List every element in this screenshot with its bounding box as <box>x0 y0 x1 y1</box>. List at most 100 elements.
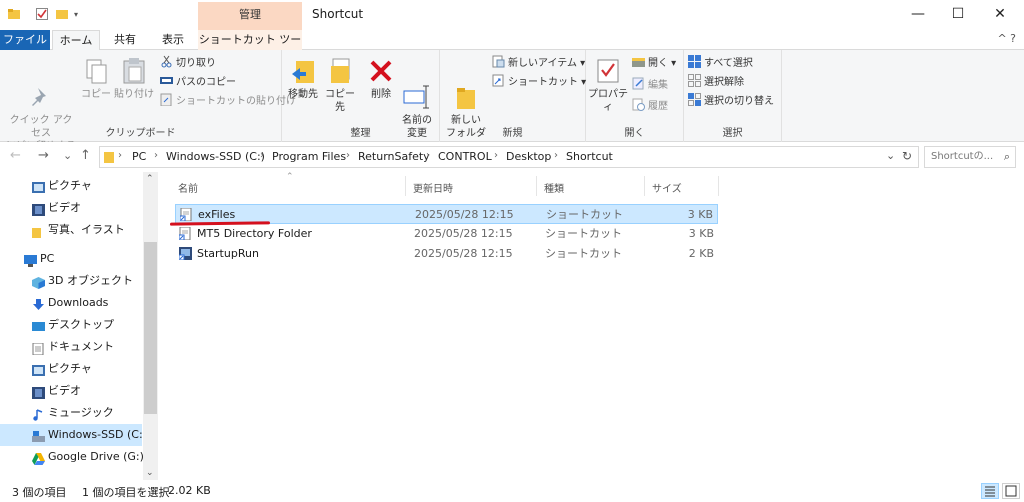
nav-item-music[interactable]: ミュージック <box>0 402 142 424</box>
breadcrumb-program-files[interactable]: Program Files <box>272 150 346 163</box>
close-button[interactable]: ✕ <box>978 2 1022 28</box>
folder-icon <box>104 151 114 166</box>
back-button[interactable]: ← <box>10 148 21 163</box>
history-button[interactable]: 履歴 <box>632 98 668 116</box>
folder-icon[interactable] <box>8 8 20 20</box>
column-divider[interactable] <box>536 176 537 196</box>
column-header-name[interactable]: 名前 <box>178 180 198 195</box>
column-divider[interactable] <box>644 176 645 196</box>
status-bar: 3 個の項目 1 個の項目を選択 2.02 KB <box>0 480 1024 502</box>
new-item-button[interactable]: 新しいアイテム ▾ <box>492 55 585 73</box>
paste-shortcut-button[interactable]: ショートカットの貼り付け <box>160 93 296 111</box>
delete-button[interactable]: 削除 <box>366 56 396 101</box>
paste-label: 貼り付け <box>114 89 154 100</box>
tab-home[interactable]: ホーム <box>52 30 100 51</box>
copy-to-button[interactable]: コピー先 <box>322 56 358 114</box>
nav-scrollbar[interactable]: ⌃ ⌄ <box>143 172 158 480</box>
rename-icon <box>402 69 432 109</box>
selected-size: 2.02 KB <box>168 484 211 497</box>
large-icons-view-button[interactable] <box>1002 483 1020 499</box>
file-size: 2 KB <box>688 247 714 260</box>
nav-item-google-drive[interactable]: Google Drive (G:) <box>0 446 144 468</box>
breadcrumb-shortcut[interactable]: Shortcut <box>566 150 613 163</box>
breadcrumb-control[interactable]: CONTROL <box>438 150 492 163</box>
nav-item-desktop[interactable]: デスクトップ <box>0 314 142 336</box>
properties-button[interactable]: プロパティ <box>588 56 628 114</box>
nav-item-videos[interactable]: ビデオ <box>0 197 142 219</box>
details-view-button[interactable] <box>981 483 999 499</box>
cut-button[interactable]: 切り取り <box>160 55 216 73</box>
address-bar[interactable]: › PC › Windows-SSD (C:) › Program Files … <box>99 146 919 168</box>
paste-shortcut-label: ショートカットの貼り付け <box>176 96 296 107</box>
column-header-size[interactable]: サイズ <box>652 180 682 195</box>
select-group: すべて選択 選択解除 選択の切り替え 選択 <box>684 50 782 142</box>
new-item-label: 新しいアイテム ▾ <box>508 58 586 69</box>
nav-item-documents[interactable]: ドキュメント <box>0 336 142 358</box>
shortcut-button[interactable]: ショートカット ▾ <box>492 74 586 92</box>
table-row[interactable]: MT5 Directory Folder 2025/05/28 12:15 ショ… <box>175 224 718 244</box>
edit-icon <box>632 77 645 90</box>
copy-button[interactable]: コピー <box>80 56 112 101</box>
search-input[interactable]: Shortcutの... ⌕ <box>924 146 1016 168</box>
up-button[interactable]: ↑ <box>80 148 91 163</box>
tab-view[interactable]: 表示 <box>150 30 196 50</box>
file-list[interactable]: ⌃ 名前 更新日時 種類 サイズ exFiles 2025/05/28 12:1… <box>160 172 1024 480</box>
properties-quick-icon[interactable] <box>36 8 48 20</box>
forward-button[interactable]: → <box>38 148 49 163</box>
nav-item-label: Windows-SSD (C:) <box>48 428 147 441</box>
nav-item-3d-objects[interactable]: 3D オブジェクト <box>0 270 142 292</box>
cut-label: 切り取り <box>176 58 216 69</box>
nav-item-photos[interactable]: 写真、イラスト <box>0 219 142 241</box>
tab-file[interactable]: ファイル <box>0 30 50 50</box>
address-bar-row: ← → ⌄ ↑ › PC › Windows-SSD (C:) › Progra… <box>0 142 1024 172</box>
invert-selection-button[interactable]: 選択の切り替え <box>688 93 774 111</box>
recent-locations-button[interactable]: ⌄ <box>63 149 72 162</box>
nav-scrollbar-thumb[interactable] <box>144 242 157 414</box>
open-button[interactable]: 開く ▾ <box>632 55 676 73</box>
column-header-type[interactable]: 種類 <box>544 180 564 195</box>
nav-item-windows-ssd[interactable]: Windows-SSD (C:) <box>0 424 147 446</box>
select-none-button[interactable]: 選択解除 <box>688 74 744 92</box>
nav-item-downloads[interactable]: Downloads <box>0 292 142 314</box>
context-tab-manage[interactable]: 管理 <box>198 2 302 30</box>
refresh-icon[interactable]: ↻ <box>902 149 912 163</box>
column-divider[interactable] <box>405 176 406 196</box>
select-none-label: 選択解除 <box>704 77 744 88</box>
nav-item-pictures[interactable]: ピクチャ <box>0 175 142 197</box>
breadcrumb-returnsafety[interactable]: ReturnSafety <box>358 150 430 163</box>
new-folder-quick-icon[interactable] <box>56 8 68 20</box>
column-header-date[interactable]: 更新日時 <box>413 180 453 195</box>
nav-item-pictures[interactable]: ピクチャ <box>0 358 142 380</box>
select-all-button[interactable]: すべて選択 <box>688 55 753 73</box>
file-date: 2025/05/28 12:15 <box>415 208 514 221</box>
minimize-button[interactable]: — <box>896 2 940 28</box>
copy-path-button[interactable]: パスのコピー <box>160 74 236 92</box>
move-to-button[interactable]: 移動先 <box>284 56 322 101</box>
tab-share[interactable]: 共有 <box>104 30 146 50</box>
tab-shortcut-tools[interactable]: ショートカット ツール <box>198 30 302 65</box>
paste-button[interactable]: 貼り付け <box>114 56 154 101</box>
clipboard-group-label: クリップボード <box>105 128 176 139</box>
selected-count: 1 個の項目を選択 <box>82 486 170 499</box>
3d-objects-icon <box>32 275 45 289</box>
breadcrumb-desktop[interactable]: Desktop <box>506 150 551 163</box>
properties-label: プロパティ <box>588 89 628 113</box>
nav-item-pc[interactable]: PC <box>0 248 142 270</box>
scroll-down-icon[interactable]: ⌄ <box>146 468 154 478</box>
quick-access-dropdown-icon[interactable]: ▾ <box>74 10 86 22</box>
edit-button[interactable]: 編集 <box>632 77 668 95</box>
nav-item-label: ドキュメント <box>48 340 114 353</box>
column-divider[interactable] <box>718 176 719 196</box>
breadcrumb-drive[interactable]: Windows-SSD (C:) <box>166 150 265 163</box>
scroll-up-icon[interactable]: ⌃ <box>146 174 154 184</box>
table-row[interactable]: StartupRun 2025/05/28 12:15 ショートカット 2 KB <box>175 244 718 264</box>
open-icon <box>632 55 645 68</box>
maximize-button[interactable]: ☐ <box>936 2 980 28</box>
breadcrumb-pc[interactable]: PC <box>132 150 146 163</box>
nav-item-videos[interactable]: ビデオ <box>0 380 142 402</box>
navigation-pane[interactable]: ピクチャ ビデオ 写真、イラスト PC 3D オブジェクト Downloads … <box>0 172 160 480</box>
address-dropdown-icon[interactable]: ⌄ <box>886 149 895 162</box>
file-type: ショートカット <box>546 208 623 221</box>
move-to-icon <box>288 56 318 86</box>
help-icon[interactable]: ^ ? <box>997 32 1016 45</box>
